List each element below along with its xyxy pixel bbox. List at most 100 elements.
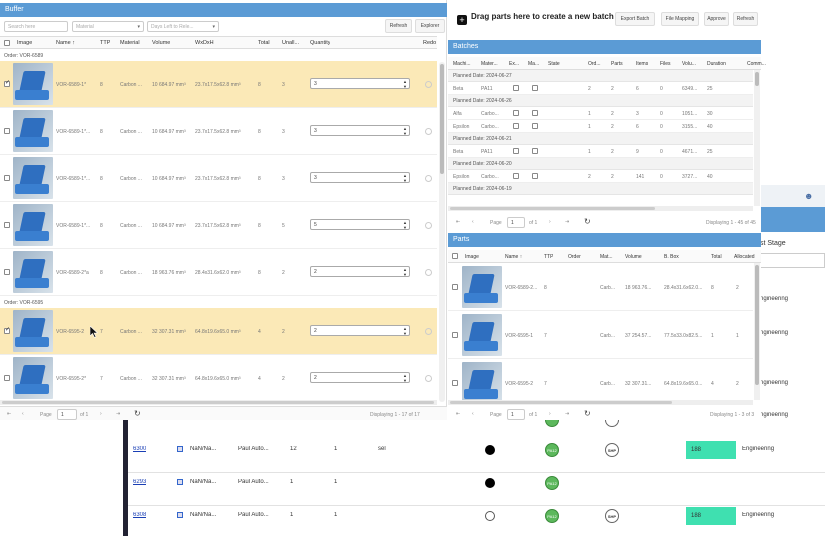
table-row[interactable]: VOR-6589-2*a 8 Carbon ... 18 963.76 mm³ 28.4…: [0, 249, 437, 296]
quantity-stepper[interactable]: 2 ▲ ▼: [310, 325, 410, 336]
first-page-icon[interactable]: ⇤: [7, 411, 11, 417]
batch-col-header[interactable]: Parts: [611, 61, 623, 67]
stepper-arrows-icon[interactable]: ▲ ▼: [403, 267, 407, 277]
batch-col-header[interactable]: Mater...: [481, 61, 498, 67]
batch-col-header[interactable]: Duration: [707, 61, 726, 67]
batch-checkbox[interactable]: [532, 85, 538, 91]
quantity-stepper[interactable]: 3 ▲ ▼: [310, 125, 410, 136]
parts-col-header[interactable]: Name ↑: [505, 254, 522, 260]
bg-row-id-link[interactable]: 6300: [133, 446, 146, 452]
prev-page-icon[interactable]: ‹: [472, 411, 474, 417]
buffer-col-header[interactable]: Redo: [423, 40, 436, 46]
bg-flag-icon[interactable]: [177, 512, 183, 518]
first-page-icon[interactable]: ⇤: [456, 411, 460, 417]
batch-row[interactable]: Epsilon Carbo... 2 2 141 0 3727... 40: [448, 170, 753, 183]
batch-col-header[interactable]: Machi...: [453, 61, 471, 67]
batch-checkbox[interactable]: [532, 148, 538, 154]
parts-row[interactable]: VOR-6595-1 7 Carb... 37 254.57... 77.5x33.0x…: [448, 311, 753, 359]
batch-checkbox[interactable]: [513, 148, 519, 154]
search-input[interactable]: Search here: [4, 21, 68, 32]
user-icon[interactable]: ☻: [804, 191, 813, 201]
parts-row-checkbox[interactable]: [452, 284, 458, 290]
explorer-button[interactable]: Explorer: [415, 19, 445, 33]
page-input[interactable]: 1: [507, 409, 525, 420]
page-input[interactable]: 1: [57, 409, 77, 420]
action-button[interactable]: Refresh: [733, 12, 758, 26]
drag-zone[interactable]: + Drag parts here to create a new batch: [456, 10, 616, 32]
next-page-icon[interactable]: ›: [549, 411, 551, 417]
batch-col-header[interactable]: Files: [660, 61, 671, 67]
bg-row-id-link[interactable]: 6308: [133, 512, 146, 518]
buffer-col-header[interactable]: Volume: [152, 40, 170, 46]
batch-col-header[interactable]: Volu...: [682, 61, 696, 67]
parts-col-header[interactable]: Allocated: [734, 254, 755, 260]
last-page-icon[interactable]: ⇥: [565, 219, 569, 225]
redo-toggle[interactable]: [425, 222, 432, 229]
batch-checkbox[interactable]: [513, 173, 519, 179]
parts-row[interactable]: VOR-6589-2... 8 Carb... 18 963.76... 28.4x31…: [448, 263, 753, 311]
table-row[interactable]: VOR-6589-1*... 8 Carbon ... 10 684.97 mm³ 23…: [0, 202, 437, 249]
batch-col-header[interactable]: Ma...: [528, 61, 539, 67]
table-row[interactable]: VOR-6589-1*... 8 Carbon ... 10 684.97 mm³ 23…: [0, 155, 437, 202]
table-row[interactable]: VOR-6595-27Carbon ...32 307.31 mm³64.8x1…: [0, 308, 437, 355]
row-checkbox[interactable]: [4, 326, 10, 334]
table-row[interactable]: VOR-6595-2* 7 Carbon ... 32 307.31 mm³ 64.8x…: [0, 355, 437, 400]
buffer-col-header[interactable]: Quantity: [310, 40, 330, 46]
days-left-select[interactable]: Days Left to Rele... ▾: [147, 21, 219, 32]
prev-page-icon[interactable]: ‹: [472, 219, 474, 225]
buffer-col-header[interactable]: Unall...: [282, 40, 299, 46]
row-checkbox[interactable]: [4, 175, 10, 181]
redo-toggle[interactable]: [425, 175, 432, 182]
row-checkbox[interactable]: [4, 128, 10, 134]
redo-toggle[interactable]: [425, 375, 432, 382]
stepper-arrows-icon[interactable]: ▲ ▼: [403, 326, 407, 336]
stepper-arrows-icon[interactable]: ▲ ▼: [403, 79, 407, 89]
parts-col-header[interactable]: Order: [568, 254, 581, 260]
stepper-arrows-icon[interactable]: ▲ ▼: [403, 373, 407, 383]
table-row[interactable]: VOR-6589-1*... 8 Carbon ... 10 684.97 mm³ 23…: [0, 108, 437, 155]
redo-toggle[interactable]: [425, 128, 432, 135]
quantity-stepper[interactable]: 3 ▲ ▼: [310, 172, 410, 183]
quantity-stepper[interactable]: 5 ▲ ▼: [310, 219, 410, 230]
parts-col-header[interactable]: TTP: [544, 254, 553, 260]
reload-icon[interactable]: ↻: [134, 409, 141, 418]
parts-select-all-checkbox[interactable]: [452, 253, 458, 259]
stepper-arrows-icon[interactable]: ▲ ▼: [403, 126, 407, 136]
parts-col-header[interactable]: Volume: [625, 254, 642, 260]
buffer-hscroll[interactable]: [0, 400, 437, 405]
parts-row-checkbox[interactable]: [452, 380, 458, 386]
buffer-col-header[interactable]: Image: [17, 40, 32, 46]
stepper-arrows-icon[interactable]: ▲ ▼: [403, 220, 407, 230]
refresh-button[interactable]: Refresh: [385, 19, 412, 33]
buffer-col-header[interactable]: Name ↑: [56, 40, 75, 46]
parts-col-header[interactable]: Image: [465, 254, 479, 260]
material-select[interactable]: Material ▾: [72, 21, 144, 32]
next-page-icon[interactable]: ›: [549, 219, 551, 225]
batch-row[interactable]: Epsilon Carbo... 1 2 6 0 3155... 40: [448, 120, 753, 133]
reload-icon[interactable]: ↻: [584, 409, 591, 418]
next-page-icon[interactable]: ›: [100, 411, 102, 417]
action-button[interactable]: File Mapping: [661, 12, 699, 26]
table-row[interactable]: VOR-6589-1* 8 Carbon ... 10 684.97 mm³ 23.7x…: [0, 61, 437, 108]
quantity-stepper[interactable]: 2 ▲ ▼: [310, 372, 410, 383]
stepper-arrows-icon[interactable]: ▲ ▼: [403, 173, 407, 183]
parts-row-checkbox[interactable]: [452, 332, 458, 338]
row-checkbox[interactable]: [4, 222, 10, 228]
bg-flag-icon[interactable]: [177, 479, 183, 485]
redo-toggle[interactable]: [425, 269, 432, 276]
action-button[interactable]: Approve: [704, 12, 729, 26]
batch-col-header[interactable]: Ex...: [509, 61, 519, 67]
quantity-stepper[interactable]: 3 ▲ ▼: [310, 78, 410, 89]
buffer-col-header[interactable]: WxDxH: [195, 40, 214, 46]
last-page-icon[interactable]: ⇥: [116, 411, 120, 417]
parts-scrollbar[interactable]: [754, 263, 760, 400]
select-all-checkbox[interactable]: [4, 40, 10, 46]
first-page-icon[interactable]: ⇤: [456, 219, 460, 225]
batch-checkbox[interactable]: [513, 123, 519, 129]
batch-col-header[interactable]: Ord...: [588, 61, 601, 67]
redo-toggle[interactable]: [425, 81, 432, 88]
batch-checkbox[interactable]: [532, 173, 538, 179]
batch-col-header[interactable]: State: [548, 61, 560, 67]
batch-col-header[interactable]: Comm...: [747, 61, 766, 67]
action-button[interactable]: Export Batch: [615, 12, 655, 26]
